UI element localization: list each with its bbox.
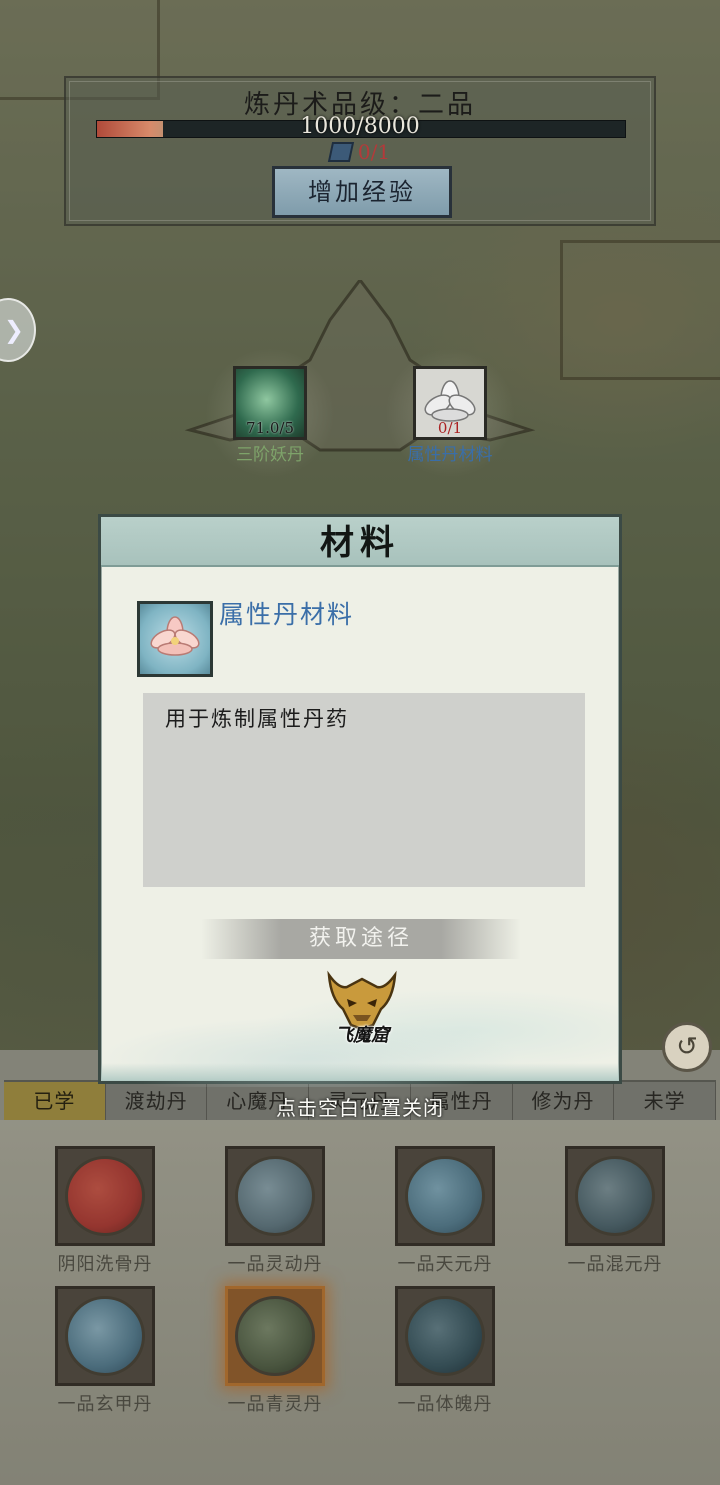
tap-to-close-hint: 点击空白位置关闭 (276, 1096, 444, 1120)
acquisition-source-flying-demon-cave[interactable]: 飞魔窟 (319, 969, 405, 1049)
ingredient-slot-attribute-material[interactable]: 0/1 属性丹材料 (405, 366, 495, 465)
ingredient-slot-beast-core[interactable]: 71.0/5 三阶妖丹 (225, 366, 315, 465)
ingredient-count: 71.0/5 (246, 419, 294, 437)
add-experience-button[interactable]: 增加经验 (272, 166, 452, 218)
skill-book-count-text: 0/1 (357, 140, 391, 164)
dialog-title: 材料 (101, 517, 619, 567)
lotus-icon: 0/1 (413, 366, 487, 440)
ingredient-label: 属性丹材料 (407, 445, 493, 465)
lotus-icon (137, 601, 213, 677)
lotus-shape (150, 616, 200, 656)
return-arrow-icon[interactable]: ↺ (662, 1022, 712, 1072)
ingredient-label: 三阶妖丹 (236, 445, 304, 465)
ingredient-count: 0/1 (437, 419, 463, 437)
dialog-bottom-border (101, 1063, 619, 1081)
alchemy-level-panel: 炼丹术品级：二品 1000/8000 0/1 增加经验 (64, 76, 656, 226)
acquisition-source-label: 飞魔窟 (335, 1025, 389, 1046)
material-info-dialog: 材料 属性丹材料 用于炼制属性丹药 获取途径 飞魔窟 (98, 514, 622, 1087)
item-description: 用于炼制属性丹药 (143, 693, 585, 887)
skill-book-count: 0/1 (66, 140, 654, 164)
green-orb-icon: 71.0/5 (233, 366, 307, 440)
acquisition-header: 获取途径 (201, 919, 521, 959)
book-icon (327, 142, 355, 162)
item-name: 属性丹材料 (219, 600, 355, 629)
experience-text: 1000/8000 (300, 114, 420, 139)
